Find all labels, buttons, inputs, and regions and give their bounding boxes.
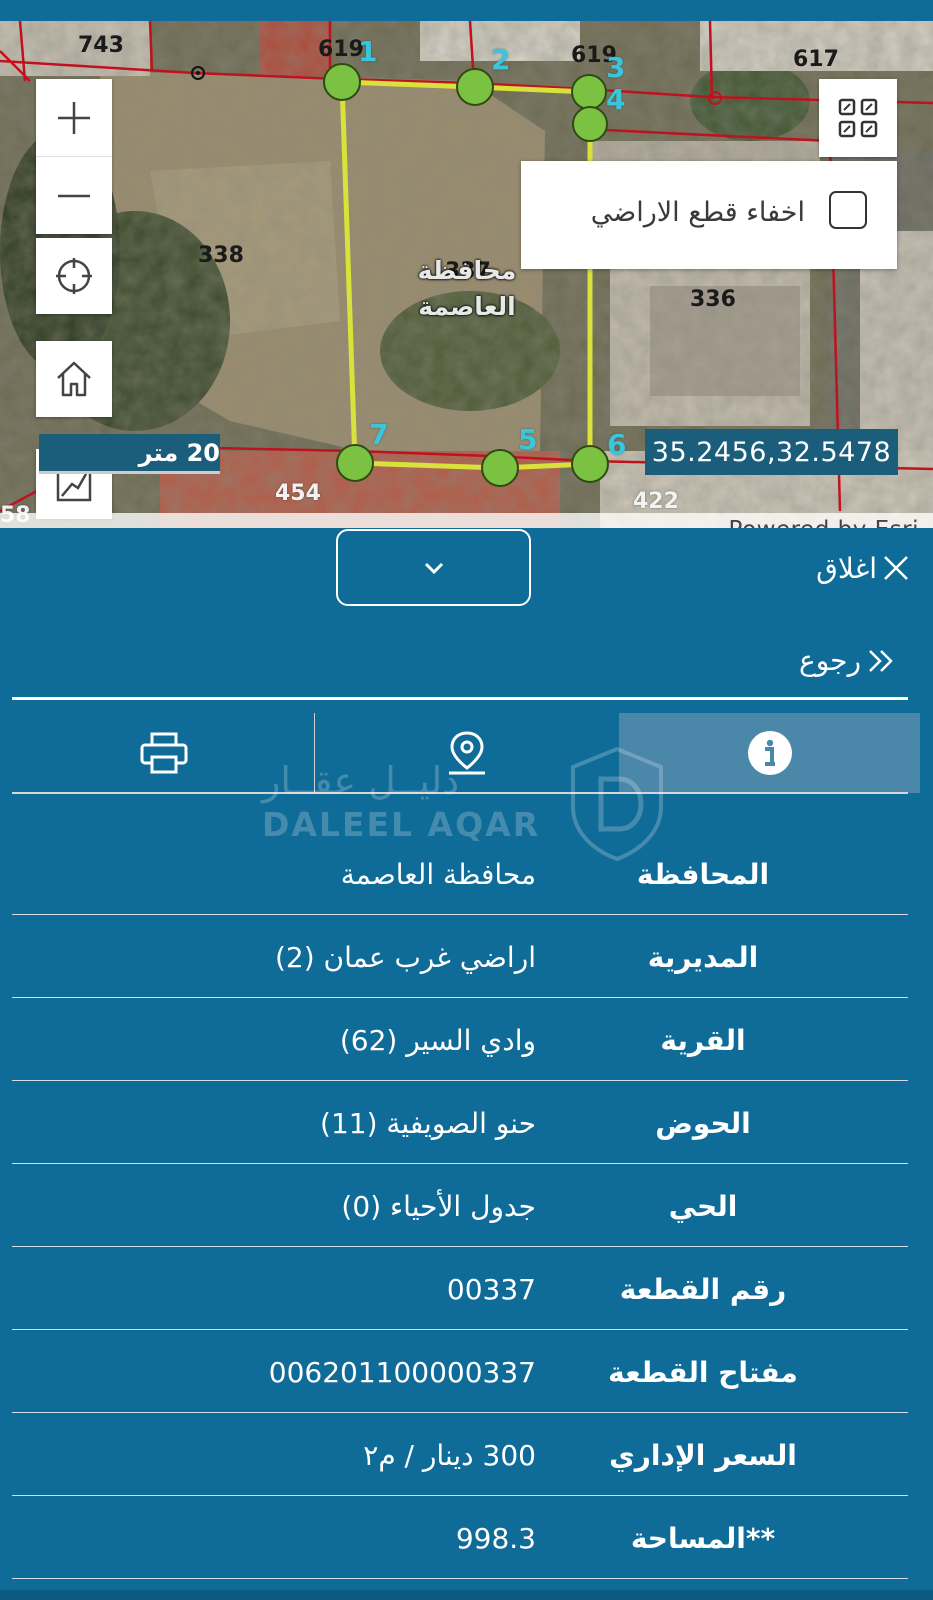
detail-key: الحوض <box>655 1107 751 1140</box>
panel-divider <box>12 697 908 700</box>
tabs-bottom-line <box>12 792 908 794</box>
parcel-label: 617 <box>793 47 839 72</box>
home-button[interactable] <box>36 341 112 417</box>
governorate-map-label: محافظة العاصمة <box>417 256 517 321</box>
home-icon <box>57 361 91 397</box>
zoom-control <box>36 79 112 234</box>
vertex-label: 6 <box>607 428 627 461</box>
detail-row: الحوض حنو الصويفية (11) <box>12 1081 908 1164</box>
qr-code-icon <box>838 98 878 138</box>
detail-value: 300 دينار / م٢ <box>363 1439 536 1472</box>
detail-key: مفتاح القطعة <box>608 1356 798 1389</box>
detail-row: مفتاح القطعة 006201100000337 <box>12 1330 908 1413</box>
detail-key: المديرية <box>647 941 759 974</box>
info-icon <box>747 731 792 775</box>
detail-row: رقم القطعة 00337 <box>12 1247 908 1330</box>
detail-row: القرية وادي السير (62) <box>12 998 908 1081</box>
scale-bar: 20 متر <box>39 434 220 474</box>
parcel-label: 743 <box>78 33 124 58</box>
detail-row: المحافظة محافظة العاصمة <box>12 832 908 915</box>
vertex-label: 7 <box>369 418 389 451</box>
locate-button[interactable] <box>36 238 112 314</box>
qr-button[interactable] <box>819 79 897 157</box>
detail-key: الحي <box>668 1190 738 1223</box>
esri-attribution: Powered by Esri <box>729 517 919 528</box>
plus-icon <box>58 101 90 134</box>
minus-icon <box>58 194 90 197</box>
vertex-label: 4 <box>606 83 626 116</box>
detail-value: محافظة العاصمة <box>340 858 536 891</box>
detail-key: المحافظة <box>636 858 770 891</box>
panel-bottom-edge <box>0 1590 933 1600</box>
status-strip <box>0 0 933 21</box>
location-pin-icon <box>449 731 485 775</box>
detail-key: **المساحة <box>630 1522 776 1555</box>
close-label: اغلاق <box>816 551 877 585</box>
hide-parcels-label: اخفاء قطع الاراضي <box>590 197 805 228</box>
vertex-label: 1 <box>358 35 378 68</box>
detail-value: جدول الأحياء (0) <box>341 1190 536 1223</box>
hide-parcels-toggle[interactable]: اخفاء قطع الاراضي <box>521 161 897 269</box>
parcel-label: 422 <box>633 489 679 514</box>
zoom-out-button[interactable] <box>36 157 112 234</box>
parcel-details-list: المحافظة محافظة العاصمة المديرية اراضي غ… <box>12 832 908 1579</box>
detail-key: رقم القطعة <box>619 1273 787 1306</box>
vertex-label: 5 <box>518 423 538 456</box>
detail-row: الحي جدول الأحياء (0) <box>12 1164 908 1247</box>
back-label: رجوع <box>798 644 861 677</box>
detail-row: المديرية اراضي غرب عمان (2) <box>12 915 908 998</box>
map-view[interactable]: 743 619 619 617 338 337 336 454 422 58 1… <box>0 21 933 528</box>
close-icon <box>884 556 908 580</box>
close-button[interactable]: اغلاق <box>816 548 911 588</box>
detail-value: 006201100000337 <box>268 1356 536 1389</box>
parcel-label: 336 <box>690 287 736 312</box>
coordinates-readout: 35.2456,32.5478 <box>645 429 898 475</box>
attribution-bar: Powered by Esri <box>0 513 933 528</box>
double-chevron-right-icon <box>869 649 893 672</box>
hide-parcels-checkbox[interactable] <box>829 191 867 229</box>
detail-row: السعر الإداري 300 دينار / م٢ <box>12 1413 908 1496</box>
tab-info[interactable] <box>619 713 920 793</box>
locate-icon <box>56 258 92 294</box>
collapse-panel-button[interactable] <box>336 529 531 606</box>
detail-key: القرية <box>660 1024 746 1057</box>
detail-row: **المساحة 998.3 <box>12 1496 908 1579</box>
detail-value: حنو الصويفية (11) <box>320 1107 536 1140</box>
printer-icon <box>140 732 187 774</box>
chevron-down-icon <box>424 562 443 574</box>
tab-location[interactable] <box>315 713 619 793</box>
detail-value: اراضي غرب عمان (2) <box>274 941 536 974</box>
detail-value: 998.3 <box>455 1522 536 1555</box>
detail-value: وادي السير (62) <box>339 1024 536 1057</box>
vertex-label: 2 <box>491 43 511 76</box>
zoom-in-button[interactable] <box>36 79 112 157</box>
parcel-label: 338 <box>198 243 244 268</box>
tab-print[interactable] <box>12 713 315 793</box>
detail-value: 00337 <box>446 1273 536 1306</box>
back-button[interactable]: رجوع <box>799 644 895 677</box>
vertex-label: 3 <box>606 51 626 84</box>
parcel-label: 454 <box>275 481 321 506</box>
detail-key: السعر الإداري <box>609 1439 797 1472</box>
panel-tabs <box>12 713 920 793</box>
tab-divider <box>314 713 315 793</box>
